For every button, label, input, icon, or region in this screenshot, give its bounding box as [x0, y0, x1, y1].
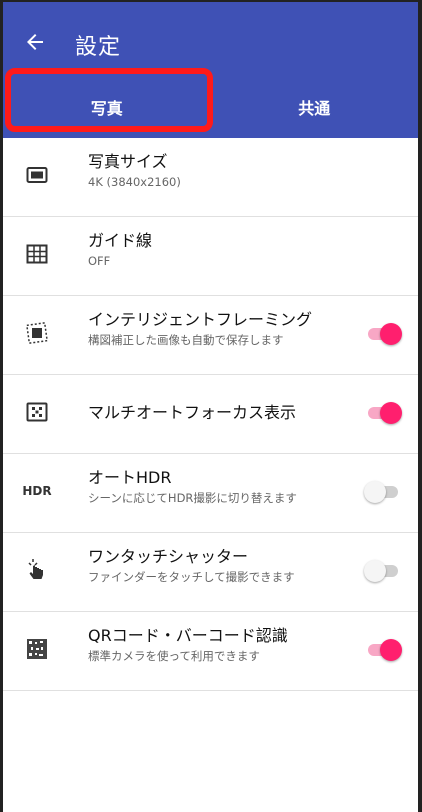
auto-hdr-toggle[interactable] [364, 481, 402, 503]
setting-one-touch-shutter[interactable]: ワンタッチシャッター ファインダーをタッチして撮影できます [3, 533, 418, 612]
page-title: 設定 [75, 35, 122, 60]
setting-auto-hdr[interactable]: HDR オートHDR シーンに応じてHDR撮影に切り替えます [3, 454, 418, 533]
tab-common[interactable]: 共通 [211, 76, 419, 138]
hdr-icon: HDR [22, 484, 52, 498]
settings-list: 写真サイズ 4K (3840x2160) ガイド線 OFF インテリジェントフレ… [3, 138, 418, 691]
multi-af-icon [24, 399, 50, 425]
setting-title: 写真サイズ [88, 152, 168, 171]
qr-barcode-toggle[interactable] [364, 639, 402, 661]
setting-subtitle: 4K (3840x2160) [88, 175, 181, 189]
framing-toggle[interactable] [364, 323, 402, 345]
setting-subtitle: 構図補正した画像も自動で保存します [88, 333, 284, 347]
setting-multi-af-display[interactable]: マルチオートフォーカス表示 [3, 375, 418, 454]
setting-title: インテリジェントフレーミング [88, 310, 313, 329]
multi-af-toggle[interactable] [364, 402, 402, 424]
tab-highlight-frame [5, 68, 213, 132]
setting-qr-barcode[interactable]: QRコード・バーコード認識 標準カメラを使って利用できます [3, 612, 418, 691]
qr-code-icon [24, 636, 50, 662]
framing-icon [24, 320, 50, 346]
setting-subtitle: OFF [88, 254, 111, 268]
setting-title: QRコード・バーコード認識 [88, 626, 288, 645]
setting-title: ガイド線 [88, 231, 153, 250]
setting-photo-size[interactable]: 写真サイズ 4K (3840x2160) [3, 138, 418, 217]
back-arrow-icon[interactable] [23, 30, 47, 54]
setting-title: オートHDR [88, 468, 172, 487]
setting-subtitle: シーンに応じてHDR撮影に切り替えます [88, 491, 297, 505]
photo-size-icon [24, 162, 50, 188]
grid-lines-icon [24, 241, 50, 267]
touch-hand-icon [24, 557, 50, 583]
setting-guide-lines[interactable]: ガイド線 OFF [3, 217, 418, 296]
setting-subtitle: ファインダーをタッチして撮影できます [88, 570, 295, 584]
setting-intelligent-framing[interactable]: インテリジェントフレーミング 構図補正した画像も自動で保存します [3, 296, 418, 375]
screen: 設定 写真 共通 写真サイズ 4K (3840x2160) ガイド線 OFF イ… [0, 0, 422, 812]
one-touch-shutter-toggle[interactable] [364, 560, 402, 582]
setting-subtitle: 標準カメラを使って利用できます [88, 649, 260, 663]
setting-title: マルチオートフォーカス表示 [88, 403, 297, 422]
setting-title: ワンタッチシャッター [88, 547, 249, 566]
